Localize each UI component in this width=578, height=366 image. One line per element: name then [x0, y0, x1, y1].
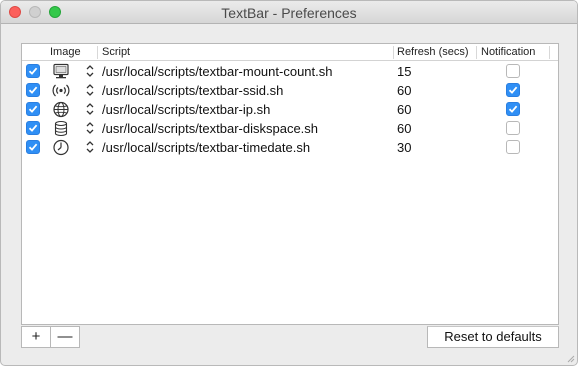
script-path[interactable]: /usr/local/scripts/textbar-timedate.sh [102, 140, 310, 155]
refresh-seconds[interactable]: 60 [397, 121, 411, 136]
window-title: TextBar - Preferences [221, 5, 357, 21]
remove-script-button[interactable]: — [50, 326, 80, 348]
column-separator [393, 46, 394, 59]
refresh-seconds[interactable]: 60 [397, 83, 411, 98]
preferences-window: TextBar - Preferences Image Script Refre… [0, 0, 578, 366]
table-row[interactable]: /usr/local/scripts/textbar-mount-count.s… [22, 62, 558, 81]
display-icon [53, 63, 69, 79]
column-header-notification[interactable]: Notification [481, 46, 535, 59]
table-row[interactable]: /usr/local/scripts/textbar-diskspace.sh … [22, 119, 558, 138]
refresh-seconds[interactable]: 15 [397, 64, 411, 79]
enabled-checkbox[interactable] [26, 83, 40, 97]
globe-icon [53, 101, 69, 118]
enabled-checkbox[interactable] [26, 64, 40, 78]
clock-icon [53, 139, 69, 156]
refresh-seconds[interactable]: 30 [397, 140, 411, 155]
refresh-seconds[interactable]: 60 [397, 102, 411, 117]
table-row[interactable]: /usr/local/scripts/textbar-ssid.sh 60 [22, 81, 558, 100]
column-header-script[interactable]: Script [102, 46, 130, 59]
enabled-checkbox[interactable] [26, 121, 40, 135]
notification-checkbox[interactable] [506, 121, 520, 135]
column-separator [549, 46, 550, 59]
enabled-checkbox[interactable] [26, 102, 40, 116]
wifi-signal-icon [52, 84, 70, 97]
column-separator [97, 46, 98, 59]
stepper-icon[interactable] [85, 63, 95, 79]
stepper-icon[interactable] [85, 101, 95, 117]
table-row[interactable]: /usr/local/scripts/textbar-timedate.sh 3… [22, 138, 558, 157]
notification-checkbox[interactable] [506, 83, 520, 97]
enabled-checkbox[interactable] [26, 140, 40, 154]
script-path[interactable]: /usr/local/scripts/textbar-diskspace.sh [102, 121, 318, 136]
title-bar[interactable]: TextBar - Preferences [1, 1, 577, 24]
stepper-icon[interactable] [85, 120, 95, 136]
column-header-image[interactable]: Image [50, 46, 81, 59]
notification-checkbox[interactable] [506, 102, 520, 116]
table-header: Image Script Refresh (secs) Notification [22, 44, 558, 61]
stepper-icon[interactable] [85, 82, 95, 98]
reset-to-defaults-button[interactable]: Reset to defaults [427, 326, 559, 348]
table-row[interactable]: /usr/local/scripts/textbar-ip.sh 60 [22, 100, 558, 119]
database-icon [54, 120, 68, 137]
notification-checkbox[interactable] [506, 140, 520, 154]
stepper-icon[interactable] [85, 139, 95, 155]
resize-grip-icon[interactable] [567, 355, 575, 363]
notification-checkbox[interactable] [506, 64, 520, 78]
add-script-button[interactable]: + [21, 326, 51, 348]
column-header-refresh[interactable]: Refresh (secs) [397, 46, 469, 59]
scripts-table: Image Script Refresh (secs) Notification [21, 43, 559, 325]
script-path[interactable]: /usr/local/scripts/textbar-ip.sh [102, 102, 270, 117]
column-separator [476, 46, 477, 59]
script-path[interactable]: /usr/local/scripts/textbar-mount-count.s… [102, 64, 332, 79]
script-path[interactable]: /usr/local/scripts/textbar-ssid.sh [102, 83, 283, 98]
